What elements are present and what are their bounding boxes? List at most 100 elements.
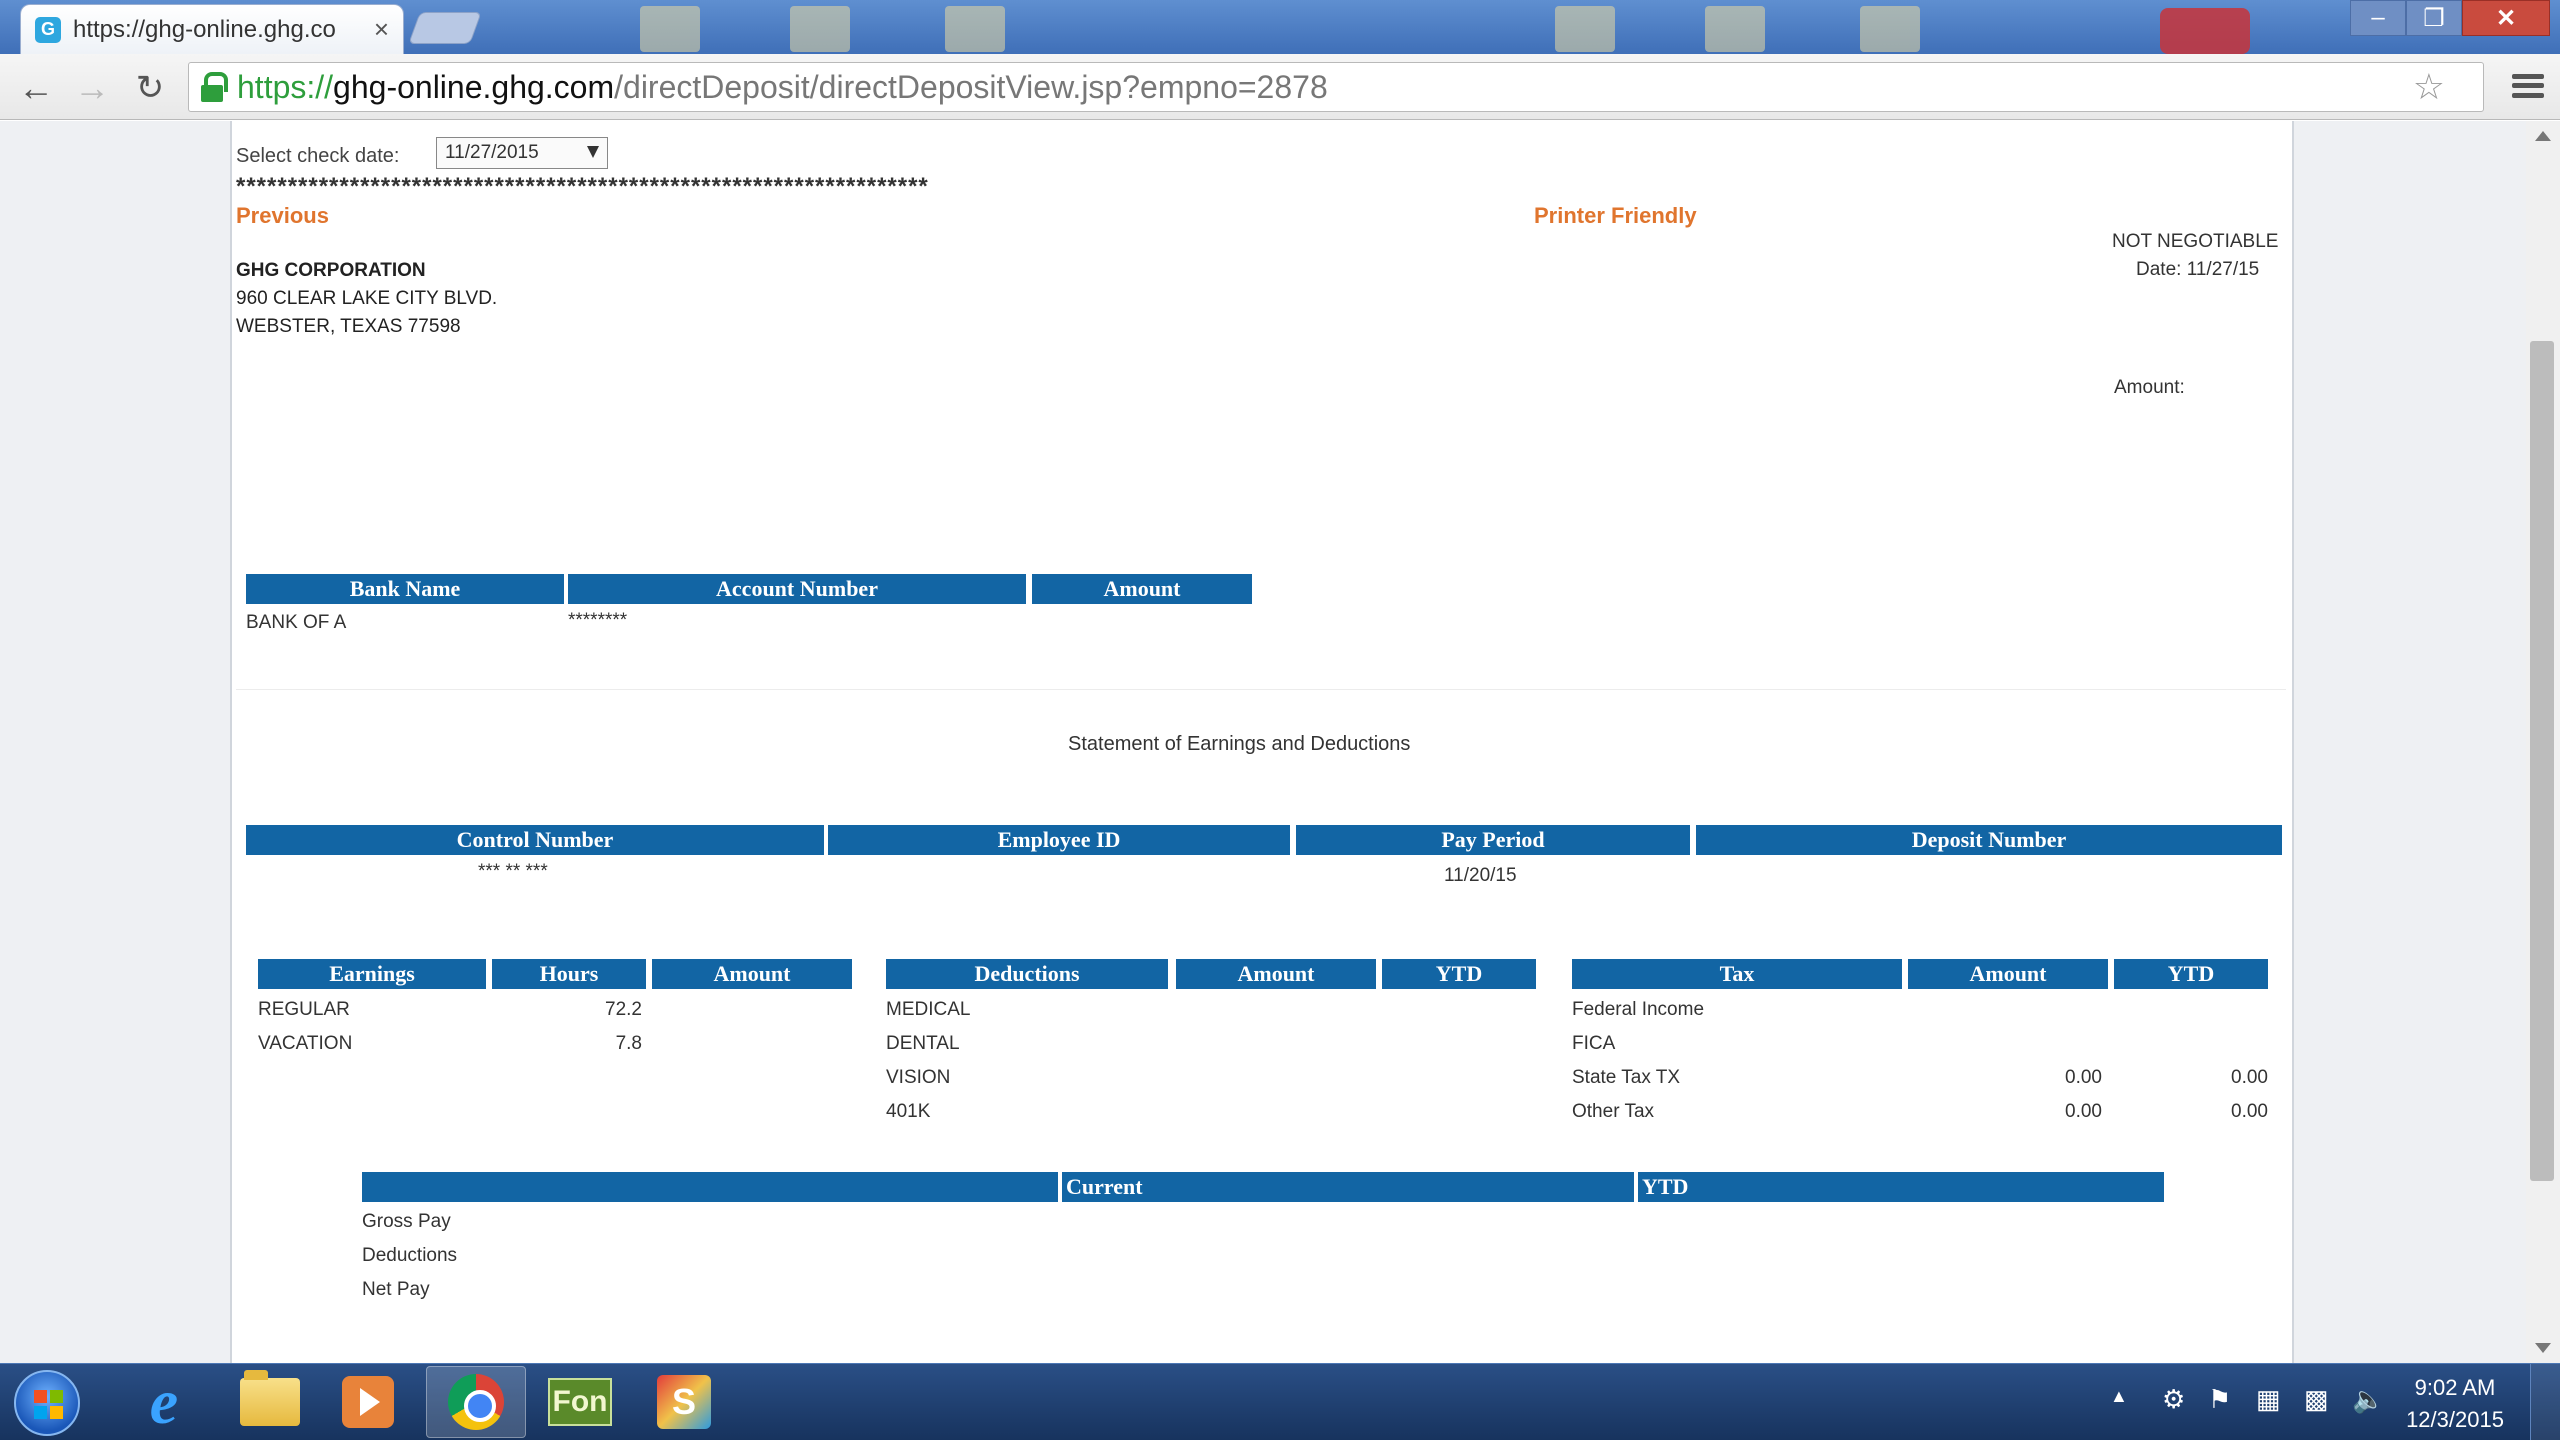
- lock-icon: [201, 72, 228, 102]
- desktop-icon-background: [1555, 6, 1615, 52]
- control-number-value: *** ** ***: [478, 861, 548, 882]
- tray-app-icon[interactable]: ▦: [2256, 1384, 2281, 1415]
- tax-ytd-header: YTD: [2114, 959, 2268, 989]
- gross-pay-label: Gross Pay: [362, 1211, 451, 1232]
- tray-settings-icon[interactable]: ⚙: [2162, 1384, 2185, 1415]
- check-date-value: 11/27/2015: [445, 142, 539, 163]
- company-name: GHG CORPORATION: [236, 260, 426, 281]
- previous-link[interactable]: Previous: [236, 203, 329, 229]
- bank-name-value: BANK OF A: [246, 612, 347, 633]
- deductions-total-label: Deductions: [362, 1245, 458, 1266]
- desktop-icon-background: [640, 6, 700, 52]
- hours-header: Hours: [492, 959, 646, 989]
- company-address-line2: WEBSTER, TEXAS 77598: [236, 316, 461, 337]
- tax-amount-header: Amount: [1908, 959, 2108, 989]
- scroll-up-arrow-icon[interactable]: [2535, 131, 2551, 141]
- file-explorer-taskbar-icon[interactable]: [220, 1366, 320, 1438]
- account-number-value: ********: [568, 610, 628, 631]
- bank-amount-header: Amount: [1032, 574, 1252, 604]
- back-arrow-icon[interactable]: ←: [14, 66, 58, 110]
- scroll-down-arrow-icon[interactable]: [2535, 1343, 2551, 1353]
- check-date-select[interactable]: 11/27/2015: [436, 137, 608, 169]
- tax-label: Federal Income: [1572, 999, 1705, 1020]
- employee-id-header: Employee ID: [828, 825, 1290, 855]
- windows-taskbar: e Fon S ▲ ⚙ ⚑ ▦ ▩ 🔈 9:02 AM 12/3/2015: [0, 1363, 2560, 1440]
- clock-date: 12/3/2015: [2406, 1407, 2504, 1432]
- url-text: https://ghg-online.ghg.com/directDeposit…: [237, 69, 1328, 106]
- s-app-taskbar-icon[interactable]: S: [634, 1366, 734, 1438]
- desktop-icon-background: [790, 6, 850, 52]
- site-favicon-icon: G: [35, 16, 61, 43]
- earnings-label: VACATION: [258, 1033, 353, 1054]
- tab-title: https://ghg-online.ghg.co: [73, 15, 336, 43]
- maximize-button[interactable]: ❐: [2406, 0, 2462, 36]
- control-number-header: Control Number: [246, 825, 824, 855]
- media-player-taskbar-icon[interactable]: [318, 1366, 418, 1438]
- tax-ytd: 0.00: [2231, 1067, 2268, 1088]
- amount-label: Amount:: [2114, 377, 2185, 398]
- bank-name-header: Bank Name: [246, 574, 564, 604]
- vertical-scrollbar[interactable]: [2526, 121, 2560, 1363]
- desktop-icon-background: [2160, 8, 2250, 54]
- account-number-header: Account Number: [568, 574, 1026, 604]
- dropdown-caret-icon: [587, 146, 599, 158]
- statement-title: Statement of Earnings and Deductions: [1068, 733, 1411, 755]
- printer-friendly-link[interactable]: Printer Friendly: [1534, 203, 1697, 229]
- summary-current-header: Current: [1062, 1172, 1634, 1202]
- tab-close-icon[interactable]: ×: [374, 14, 389, 45]
- deduction-label: DENTAL: [886, 1033, 960, 1054]
- pay-period-value: 11/20/15: [1444, 865, 1517, 886]
- action-center-flag-icon[interactable]: ⚑: [2208, 1384, 2231, 1415]
- pay-period-header: Pay Period: [1296, 825, 1690, 855]
- deductions-ytd-header: YTD: [1382, 959, 1536, 989]
- deposit-number-header: Deposit Number: [1696, 825, 2282, 855]
- tax-amount: 0.00: [2065, 1067, 2102, 1088]
- bookmark-star-icon[interactable]: ☆: [2413, 63, 2445, 111]
- separator-line: ****************************************…: [236, 173, 929, 200]
- company-address: GHG CORPORATION 960 CLEAR LAKE CITY BLVD…: [236, 257, 497, 341]
- volume-icon[interactable]: 🔈: [2352, 1384, 2384, 1415]
- network-icon[interactable]: ▩: [2304, 1384, 2329, 1415]
- address-bar[interactable]: https://ghg-online.ghg.com/directDeposit…: [188, 62, 2484, 112]
- show-hidden-icons-icon[interactable]: ▲: [2110, 1386, 2128, 1407]
- show-desktop-button[interactable]: [2530, 1364, 2560, 1440]
- tax-label: Other Tax: [1572, 1101, 1655, 1122]
- summary-label-header: [362, 1172, 1058, 1202]
- earnings-amount-header: Amount: [652, 959, 852, 989]
- check-date-text: Date: 11/27/15: [2136, 259, 2260, 280]
- earnings-hours: 72.2: [605, 999, 642, 1020]
- minimize-button[interactable]: –: [2350, 0, 2406, 36]
- page-viewport: Select check date: 11/27/2015 **********…: [0, 121, 2560, 1363]
- windows-logo-icon: [34, 1390, 64, 1420]
- chrome-taskbar-icon[interactable]: [426, 1366, 526, 1438]
- check-date-label: Select check date:: [236, 145, 400, 167]
- system-clock[interactable]: 9:02 AM 12/3/2015: [2400, 1372, 2510, 1436]
- deduction-label: VISION: [886, 1067, 951, 1088]
- internet-explorer-taskbar-icon[interactable]: e: [114, 1366, 214, 1438]
- direct-deposit-page: Select check date: 11/27/2015 **********…: [230, 121, 2294, 1363]
- summary-ytd-header: YTD: [1638, 1172, 2164, 1202]
- browser-toolbar: ← → ↻ https://ghg-online.ghg.com/directD…: [0, 54, 2560, 120]
- fon-app-taskbar-icon[interactable]: Fon: [530, 1366, 630, 1438]
- clock-time: 9:02 AM: [2414, 1375, 2496, 1400]
- not-negotiable-text: NOT NEGOTIABLE: [2112, 231, 2279, 252]
- desktop-icon-background: [945, 6, 1005, 52]
- tax-amount: 0.00: [2065, 1101, 2102, 1122]
- scrollbar-thumb[interactable]: [2530, 341, 2554, 1181]
- browser-tab[interactable]: G https://ghg-online.ghg.co ×: [20, 4, 404, 54]
- reload-icon[interactable]: ↻: [128, 66, 172, 110]
- forward-arrow-icon[interactable]: →: [70, 66, 114, 110]
- close-window-button[interactable]: ✕: [2462, 0, 2550, 36]
- fon-app-label: Fon: [548, 1378, 612, 1426]
- desktop-icon-background: [1705, 6, 1765, 52]
- desktop-icon-background: [1860, 6, 1920, 52]
- section-divider: [236, 689, 2286, 690]
- deductions-amount-header: Amount: [1176, 959, 1376, 989]
- url-path: /directDeposit/directDepositView.jsp?emp…: [614, 68, 1328, 105]
- browser-titlebar: G https://ghg-online.ghg.co × – ❐ ✕: [0, 0, 2560, 54]
- deduction-label: MEDICAL: [886, 999, 971, 1020]
- new-tab-button[interactable]: [408, 12, 482, 44]
- tax-ytd: 0.00: [2231, 1101, 2268, 1122]
- browser-menu-icon[interactable]: [2508, 68, 2548, 104]
- start-button[interactable]: [14, 1370, 80, 1436]
